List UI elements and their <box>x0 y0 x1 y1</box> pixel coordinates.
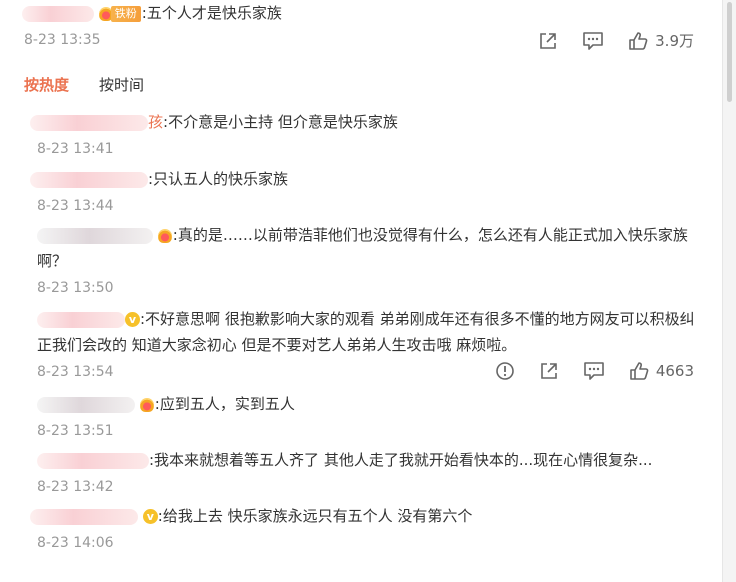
fan-badge <box>157 227 172 244</box>
comment-button[interactable] <box>583 361 605 381</box>
report-icon <box>496 362 514 380</box>
blurred-username[interactable] <box>37 311 125 328</box>
reply-text: :不介意是小主持 但介意是快乐家族 <box>163 113 398 131</box>
reply-time: 8-23 13:42 <box>37 479 114 495</box>
reply-time: 8-23 14:06 <box>37 535 114 551</box>
reply-time: 8-23 13:44 <box>37 198 114 214</box>
comment-actions: 3.9万 <box>520 30 694 51</box>
like-button[interactable]: 3.9万 <box>628 30 694 51</box>
reply-time: 8-23 13:41 <box>37 141 114 157</box>
blurred-username[interactable] <box>37 452 149 469</box>
fan-badge: 铁粉 <box>98 5 141 22</box>
comment-icon <box>584 362 604 380</box>
crown-icon <box>139 397 154 412</box>
crown-icon <box>157 228 172 243</box>
comment-time: 8-23 13:35 <box>24 32 101 48</box>
sort-tabs: 按热度 按时间 <box>0 70 722 98</box>
reply-time: 8-23 13:51 <box>37 423 114 439</box>
blurred-username[interactable] <box>37 396 135 413</box>
scrollbar-thumb[interactable] <box>727 2 732 102</box>
share-icon <box>541 363 557 379</box>
reply-text: :应到五人，实到五人 <box>154 395 295 413</box>
share-button[interactable] <box>539 361 559 381</box>
scrollbar[interactable] <box>722 0 736 582</box>
like-count: 3.9万 <box>655 32 694 50</box>
thumbs-up-icon <box>629 31 648 50</box>
blurred-username[interactable] <box>30 171 148 188</box>
blurred-username[interactable] <box>22 5 94 22</box>
like-count: 4663 <box>655 362 694 380</box>
like-button[interactable]: 4663 <box>629 361 694 381</box>
tab-hot[interactable]: 按热度 <box>24 74 69 95</box>
fan-badge <box>139 396 154 413</box>
comment-icon <box>583 31 603 50</box>
reply-time: 8-23 13:50 <box>37 280 114 296</box>
tab-time[interactable]: 按时间 <box>99 74 144 95</box>
share-icon <box>540 32 556 49</box>
share-button[interactable] <box>538 31 558 51</box>
report-button[interactable] <box>495 361 515 381</box>
comment-button[interactable] <box>582 31 604 51</box>
verified-icon: v <box>125 312 140 327</box>
blurred-username[interactable] <box>30 508 138 525</box>
reply-text: :给我上去 快乐家族永远只有五个人 没有第六个 <box>157 507 473 525</box>
reply-actions: 4663 <box>477 361 694 381</box>
thumbs-up-icon <box>630 362 649 380</box>
verified-icon: v <box>142 509 158 524</box>
blurred-username[interactable] <box>30 114 148 131</box>
comment-text: :五个人才是快乐家族 <box>141 4 282 22</box>
blurred-username[interactable] <box>37 227 153 244</box>
reply-text: :只认五人的快乐家族 <box>148 170 289 188</box>
reply-time: 8-23 13:54 <box>37 364 114 380</box>
comment-panel: 铁粉 :五个人才是快乐家族 8-23 13:35 3.9万 按热度 按时间 孩:… <box>0 0 722 582</box>
reply-text: :我本来就想着等五人齐了 其他人走了我就开始看快本的...现在心情很复杂... <box>149 451 653 469</box>
